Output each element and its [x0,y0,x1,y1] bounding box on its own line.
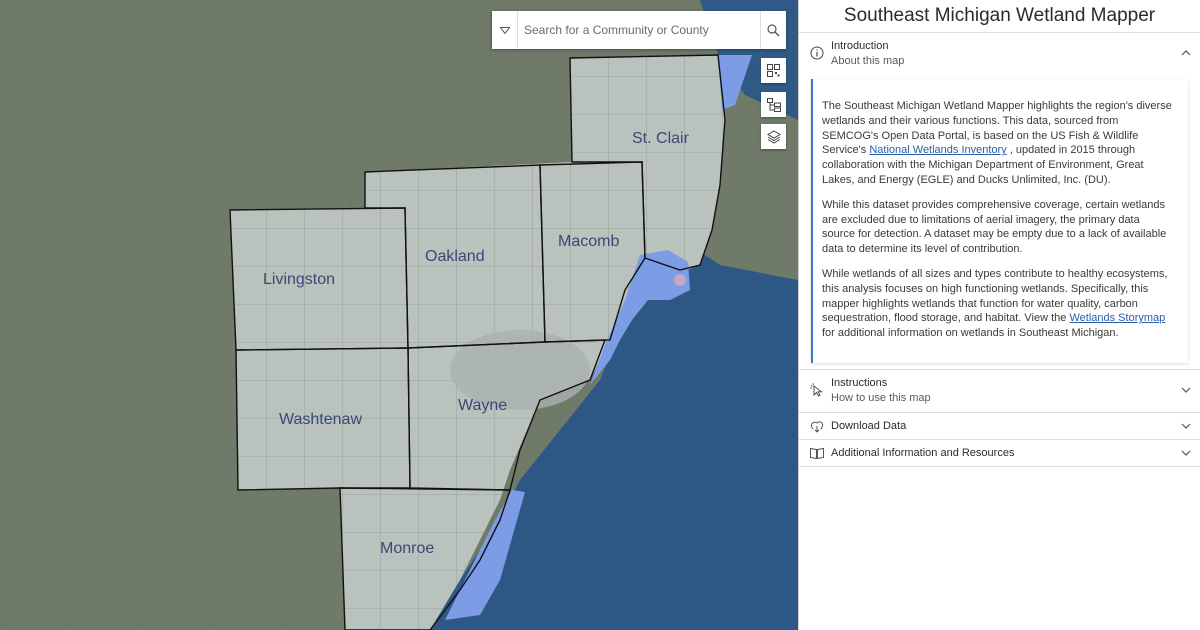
qr-code-button[interactable] [761,58,786,83]
chevron-down-icon [1181,387,1191,393]
cursor-icon [810,382,823,397]
harsens-island [674,274,686,286]
search-button[interactable] [760,11,786,49]
community-search [492,11,786,49]
section-download-data-header[interactable]: Download Data [799,413,1200,439]
county-label-wayne: Wayne [458,397,507,414]
search-input[interactable] [518,11,760,49]
intro-paragraph-3: While wetlands of all sizes and types co… [822,267,1174,341]
section-instructions-header[interactable]: Instructions How to use this map [799,370,1200,412]
section-heading: Introduction [831,40,889,52]
section-instructions: Instructions How to use this map [799,370,1200,413]
county-label-macomb: Macomb [558,233,619,250]
county-label-livingston: Livingston [263,271,335,288]
triangle-down-icon [499,26,510,34]
county-label-oakland: Oakland [425,248,485,265]
qr-code-icon [767,64,780,77]
chevron-up-icon [1181,50,1191,56]
book-icon [810,447,824,459]
section-heading: Additional Information and Resources [831,446,1015,459]
section-introduction: Introduction About this map The Southeas… [799,33,1200,370]
section-subheading: How to use this map [831,391,931,404]
side-panel: Southeast Michigan Wetland Mapper Introd… [798,0,1200,630]
basemap-layers-button[interactable] [761,124,786,149]
national-wetlands-inventory-link[interactable]: National Wetlands Inventory [869,144,1006,156]
section-additional-information: Additional Information and Resources [799,440,1200,467]
county-label-monroe: Monroe [380,540,434,557]
intro-p3-text-b: for additional information on wetlands i… [822,327,1119,340]
map-canvas[interactable]: St. Clair Livingston Oakland Macomb Wash… [0,0,798,630]
section-subheading: About this map [831,55,905,67]
layer-list-button[interactable] [761,92,786,117]
intro-paragraph-2: While this dataset provides comprehensiv… [822,198,1167,256]
chevron-down-icon [1181,450,1191,456]
section-heading: Download Data [831,419,907,432]
intro-paragraph-1: The Southeast Michigan Wetland Mapper hi… [822,99,1174,188]
panel-title: Southeast Michigan Wetland Mapper [799,0,1200,33]
wetlands-storymap-link[interactable]: Wetlands Storymap [1069,312,1165,324]
section-heading: Instructions [831,376,888,389]
introduction-content: The Southeast Michigan Wetland Mapper hi… [811,79,1188,363]
search-source-dropdown[interactable] [492,11,518,49]
map-view[interactable]: St. Clair Livingston Oakland Macomb Wash… [0,0,798,630]
download-icon [810,421,824,433]
county-label-st-clair: St. Clair [632,130,690,147]
info-icon [810,46,824,60]
layers-icon [766,129,781,144]
layer-tree-icon [766,97,781,112]
chevron-down-icon [1181,423,1191,429]
section-introduction-header[interactable]: Introduction About this map [799,33,1200,75]
county-label-washtenaw: Washtenaw [279,411,362,428]
search-icon [767,23,780,36]
section-download-data: Download Data [799,413,1200,440]
section-additional-information-header[interactable]: Additional Information and Resources [799,440,1200,466]
